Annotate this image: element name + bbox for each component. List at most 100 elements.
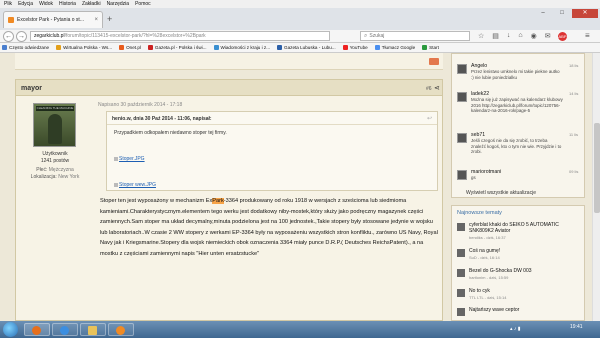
minimize-icon[interactable]: – <box>534 9 552 18</box>
bookmark-item[interactable]: Onet.pl <box>119 45 141 50</box>
activity-item[interactable]: seb71 11 lis Jeśli czegoś nie da się zro… <box>457 131 581 154</box>
close-window-icon[interactable]: ✕ <box>572 9 598 18</box>
avatar-banner: CLEANING THE MACHINE <box>36 106 74 111</box>
quote-block: henio.w, dnia 30 Paź 2014 - 11:06, napis… <box>106 111 438 191</box>
forum-column: mayor #6 ⋖ CLEANING THE MACHINE Użytkown… <box>15 53 443 321</box>
reader-icon[interactable]: ▤ <box>492 32 499 40</box>
bookmark-item[interactable]: Wiadomości z kraju i z... <box>213 45 270 50</box>
share-icon[interactable]: ✉ <box>545 32 551 40</box>
attachment-link[interactable]: Stoper wew.JPG <box>114 182 156 188</box>
maximize-icon[interactable]: □ <box>553 9 571 18</box>
bookmark-item[interactable]: Tłumacz Google <box>374 45 415 50</box>
menu-bookmarks[interactable]: Zakładki <box>82 1 101 7</box>
site-favicon-icon <box>8 17 14 23</box>
attachment-icon <box>114 182 118 187</box>
url-path: /forum/topic/113415-excelstor-park/?hl=%… <box>64 33 206 39</box>
taskbar-folder[interactable] <box>80 323 106 336</box>
topic-item[interactable]: Najtańszy wave ceptor <box>457 307 581 321</box>
location-value: New York <box>58 174 80 180</box>
menu-tools[interactable]: Narzędzia <box>107 1 130 7</box>
avatar <box>457 223 465 231</box>
clock[interactable]: 19:41 <box>570 324 583 330</box>
new-tab-icon[interactable]: + <box>107 14 112 24</box>
bookmark-favicon-icon <box>213 45 219 50</box>
volume-icon[interactable]: ♪ <box>514 326 517 332</box>
attachment-link[interactable]: Stoper.JPG <box>114 156 145 162</box>
page-content: mayor #6 ⋖ CLEANING THE MACHINE Użytkown… <box>0 53 600 321</box>
post-date: Napisano 30 październik 2014 - 17:18 <box>98 102 183 108</box>
bookmark-item[interactable]: Gazeta.pl - Polska i świ... <box>147 45 207 50</box>
menu-history[interactable]: Historia <box>59 1 76 7</box>
avatar[interactable]: CLEANING THE MACHINE <box>33 103 76 147</box>
system-tray: ▴ ♪ ▮ <box>510 326 521 332</box>
avatar <box>457 64 467 74</box>
previous-post-footer <box>15 53 443 70</box>
taskbar-ie[interactable] <box>52 323 78 336</box>
forward-icon[interactable]: → <box>16 31 27 42</box>
media-player-icon <box>116 326 125 335</box>
activity-item[interactable]: Angelo 18 lis Przez lenistwo umknelo mi … <box>457 62 581 82</box>
gender-label: Płeć: <box>36 167 48 173</box>
download-icon[interactable]: ↓ <box>507 32 511 40</box>
browser-tab[interactable]: Excelstor Park - Pytania o st... × <box>3 11 103 28</box>
bookmark-favicon-icon <box>2 45 7 50</box>
location-label: Lokalizacja: <box>30 174 57 180</box>
back-icon[interactable]: ← <box>3 31 14 42</box>
adblock-icon[interactable]: ABP <box>558 32 567 41</box>
start-button-icon[interactable] <box>3 322 18 337</box>
bookmark-item[interactable]: Start <box>422 45 439 50</box>
url-bar[interactable]: zegarkiclub.pl /forum/topic/113415-excel… <box>30 31 330 41</box>
url-domain: zegarkiclub.pl <box>34 33 65 39</box>
taskbar-firefox[interactable] <box>24 323 50 336</box>
share-icon[interactable]: ⋖ <box>434 84 440 92</box>
user-group: Użytkownik <box>42 151 68 157</box>
post-number[interactable]: #6 <box>426 86 432 92</box>
taskbar-media[interactable] <box>108 323 134 336</box>
star-icon[interactable]: ☆ <box>478 32 484 40</box>
quote-button[interactable] <box>429 58 439 65</box>
home-icon[interactable]: ⌂ <box>518 32 522 40</box>
search-input[interactable] <box>369 33 460 39</box>
bookmark-item[interactable]: Często odwiedzane <box>2 45 49 50</box>
window-controls: – □ ✕ <box>533 9 598 18</box>
search-box[interactable]: ⌕ <box>360 31 470 41</box>
user-info: Użytkownik 1241 postów Płeć: Mężczyzna L… <box>21 151 89 181</box>
menu-file[interactable]: Plik <box>4 1 12 7</box>
topic-item[interactable]: cyferblat khaki do SEIKO 5 AUTOMATIC SNK… <box>457 222 581 244</box>
attachment-icon <box>114 156 118 161</box>
bookmark-item[interactable]: Wirtualna Polska - Ws... <box>56 45 112 50</box>
menu-icon[interactable]: ≡ <box>585 31 590 40</box>
menu-edit[interactable]: Edycja <box>18 1 33 7</box>
post-username[interactable]: mayor <box>21 85 42 92</box>
menu-view[interactable]: Widok <box>39 1 53 7</box>
sidebar: Angelo 18 lis Przez lenistwo umknelo mi … <box>451 53 585 321</box>
avatar <box>457 170 467 180</box>
post-count: 1241 postów <box>40 158 70 164</box>
avatar <box>457 133 467 143</box>
topic-item[interactable]: Bezel do G-Shocka DW 003 hartlonim - dzi… <box>457 268 581 283</box>
bookmark-favicon-icon <box>422 45 428 50</box>
menu-help[interactable]: Pomoc <box>135 1 151 7</box>
avatar <box>457 92 467 102</box>
pocket-icon[interactable]: ◉ <box>531 32 537 40</box>
bookmark-item[interactable]: YouTube <box>342 45 368 50</box>
activity-item[interactable]: ladek22 14 lis Można się już zapisywać n… <box>457 90 581 113</box>
bookmark-favicon-icon <box>277 45 283 50</box>
bookmark-favicon-icon <box>56 45 62 50</box>
toolbar-icons: ☆ ▤ ↓ ⌂ ◉ ✉ <box>478 32 559 40</box>
scrollbar-thumb[interactable] <box>594 123 600 213</box>
tab-title: Excelstor Park - Pytania o st... <box>17 17 84 23</box>
status-updates-panel: Angelo 18 lis Przez lenistwo umknelo mi … <box>451 53 585 198</box>
avatar <box>457 289 465 297</box>
topic-item[interactable]: No to cyk TTL LTL - dziś, 15:14 <box>457 288 581 303</box>
quote-link-icon[interactable]: ↩ <box>427 115 432 122</box>
close-tab-icon[interactable]: × <box>94 17 98 23</box>
page-scrollbar[interactable] <box>592 53 600 321</box>
quote-header: henio.w, dnia 30 Paź 2014 - 11:06, napis… <box>112 116 212 122</box>
activity-item[interactable]: mariorotmani 09 lis gs <box>457 168 581 188</box>
bookmark-item[interactable]: Gazeta Lubuska - Lubu... <box>277 45 336 50</box>
network-icon[interactable]: ▮ <box>518 326 521 332</box>
show-all-updates-link[interactable]: Wyświetl wszystkie aktualizacje <box>466 190 536 196</box>
topic-item[interactable]: Coś na gumę! SuD - dziś, 16:14 <box>457 248 581 263</box>
tray-arrow-icon[interactable]: ▴ <box>510 326 513 332</box>
